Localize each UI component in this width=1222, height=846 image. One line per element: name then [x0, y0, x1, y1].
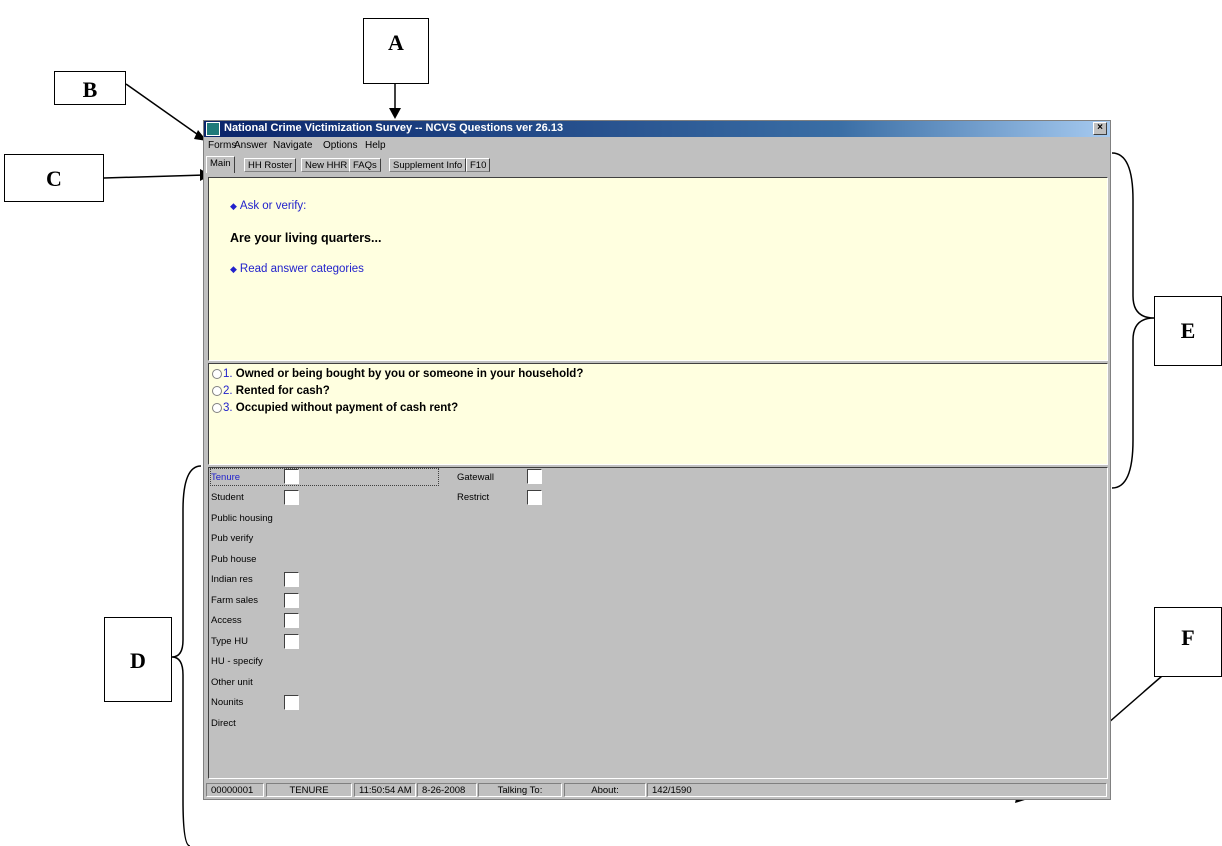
tab-new-hhr[interactable]: New HHR — [301, 158, 352, 172]
tab-f10[interactable]: F10 — [466, 158, 491, 172]
callout-e: E — [1154, 296, 1222, 366]
field-access-input[interactable] — [284, 613, 299, 628]
field-label-indian-res[interactable]: Indian res — [211, 574, 253, 585]
field-gatewall-input[interactable] — [527, 469, 542, 484]
field-label-pub-verify[interactable]: Pub verify — [211, 533, 253, 544]
field-label-hu-specify[interactable]: HU - specify — [211, 656, 263, 667]
menu-forms[interactable]: Forms — [208, 140, 236, 151]
field-type-hu-input[interactable] — [284, 634, 299, 649]
window-title: National Crime Victimization Survey -- N… — [224, 122, 564, 134]
field-student-input[interactable] — [284, 490, 299, 505]
field-label-student[interactable]: Student — [211, 492, 244, 503]
answer-option[interactable]: 2. Rented for cash? — [212, 385, 330, 397]
tab-strip: Main HH Roster New HHR FAQs Supplement I… — [204, 156, 1110, 173]
field-indian-res-input[interactable] — [284, 572, 299, 587]
app-icon — [206, 122, 220, 136]
menu-navigate[interactable]: Navigate — [273, 140, 312, 151]
menu-bar: Forms Answer Navigate Options Help — [204, 138, 1110, 154]
field-label-direct[interactable]: Direct — [211, 718, 236, 729]
field-label-other-unit[interactable]: Other unit — [211, 677, 253, 688]
radio-icon[interactable] — [212, 368, 222, 379]
status-field-name: TENURE — [266, 783, 352, 797]
status-date: 8-26-2008 — [417, 783, 477, 797]
field-label-pub-house[interactable]: Pub house — [211, 554, 256, 565]
callout-b: B — [54, 71, 126, 105]
field-label-public-housing[interactable]: Public housing — [211, 513, 273, 524]
field-label-nounits[interactable]: Nounits — [211, 697, 243, 708]
callout-a: A — [363, 18, 429, 84]
status-bar: 00000001 TENURE 11:50:54 AM 8-26-2008 Ta… — [204, 782, 1110, 798]
status-time: 11:50:54 AM — [354, 783, 416, 797]
callout-f: F — [1154, 607, 1222, 677]
answer-option[interactable]: 1. Owned or being bought by you or someo… — [212, 368, 583, 380]
field-label-tenure[interactable]: Tenure — [211, 472, 240, 483]
tab-main[interactable]: Main — [206, 156, 235, 173]
status-progress: 142/1590 — [647, 783, 1107, 797]
callout-d: D — [104, 617, 172, 702]
title-bar: National Crime Victimization Survey -- N… — [204, 121, 1110, 137]
tab-hh-roster[interactable]: HH Roster — [244, 158, 297, 172]
field-label-restrict[interactable]: Restrict — [457, 492, 489, 503]
radio-icon[interactable] — [212, 402, 222, 413]
status-about: About: — [564, 783, 646, 797]
callout-c: C — [4, 154, 104, 202]
menu-answer[interactable]: Answer — [234, 140, 267, 151]
field-panel: Tenure Student Public housing Pub verify… — [208, 467, 1108, 779]
question-panel: ◆ Ask or verify: Are your living quarters… — [208, 177, 1108, 361]
tab-faqs[interactable]: FAQs — [349, 158, 381, 172]
answer-panel: 1. Owned or being bought by you or someo… — [208, 363, 1108, 465]
field-farm-sales-input[interactable] — [284, 593, 299, 608]
instruction-ask-verify: ◆ Ask or verify: — [230, 200, 307, 212]
field-label-farm-sales[interactable]: Farm sales — [211, 595, 258, 606]
status-talking-to: Talking To: — [478, 783, 562, 797]
menu-options[interactable]: Options — [323, 140, 357, 151]
field-nounits-input[interactable] — [284, 695, 299, 710]
field-label-type-hu[interactable]: Type HU — [211, 636, 248, 647]
field-label-gatewall[interactable]: Gatewall — [457, 472, 494, 483]
tab-supplement-info[interactable]: Supplement Info — [389, 158, 467, 172]
question-text: Are your living quarters... — [230, 231, 382, 245]
answer-option[interactable]: 3. Occupied without payment of cash rent… — [212, 402, 458, 414]
close-icon[interactable]: × — [1093, 122, 1107, 135]
app-window: National Crime Victimization Survey -- N… — [203, 120, 1111, 800]
focus-indicator — [210, 468, 439, 486]
status-case-id: 00000001 — [206, 783, 264, 797]
field-label-access[interactable]: Access — [211, 615, 242, 626]
instruction-read-categories: ◆ Read answer categories — [230, 263, 364, 275]
field-tenure-input[interactable] — [284, 469, 299, 484]
menu-help[interactable]: Help — [365, 140, 386, 151]
field-restrict-input[interactable] — [527, 490, 542, 505]
radio-icon[interactable] — [212, 385, 222, 396]
